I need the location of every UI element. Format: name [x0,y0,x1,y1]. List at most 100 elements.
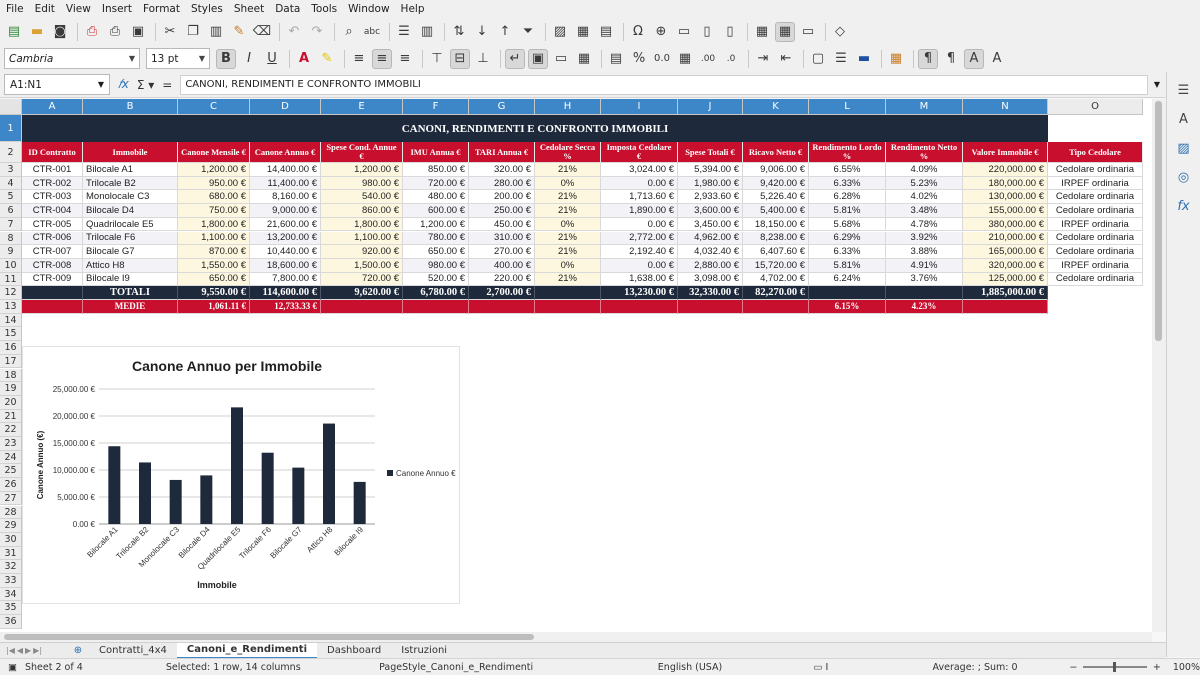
table-cell[interactable]: CTR-006 [22,231,83,246]
row-header[interactable]: 22 [0,423,22,437]
currency-format-icon[interactable]: ▤ [606,49,626,69]
averages-cell[interactable] [601,300,678,314]
table-cell[interactable]: 5.81% [809,204,886,218]
table-cell[interactable]: Bilocale D4 [83,204,178,218]
row-header[interactable]: 21 [0,409,22,424]
prev-sheet-icon[interactable]: ◀ [17,646,23,655]
table-cell[interactable]: 1,100.00 € [178,231,250,246]
totals-cell[interactable]: 13,230.00 € [601,286,678,300]
italic-icon[interactable]: I [239,49,259,69]
table-cell[interactable]: 6,407.60 € [743,245,809,259]
totals-cell[interactable]: 82,270.00 € [743,286,809,300]
table-cell[interactable]: 21% [535,204,601,218]
row-header[interactable]: 35 [0,601,22,616]
table-cell[interactable]: Cedolare ordinaria [1048,245,1143,259]
totals-cell[interactable]: 2,700.00 € [469,286,535,300]
comment-icon[interactable]: ▭ [674,22,694,42]
merge-center-icon[interactable]: ▣ [528,48,548,69]
table-cell[interactable]: 1,500.00 € [321,258,403,273]
add-decimal-icon[interactable]: .00 [698,49,718,69]
menu-file[interactable]: File [6,3,24,15]
table-cell[interactable]: 720.00 € [403,176,469,191]
align-middle-icon[interactable]: ⊟ [450,48,470,69]
table-cell[interactable]: 5.23% [886,176,963,191]
table-cell[interactable]: 1,200.00 € [321,163,403,177]
column-header-k[interactable]: K [743,99,809,115]
sidebar-properties-icon[interactable]: ☰ [1174,80,1194,100]
tab-istruzioni[interactable]: Istruzioni [391,643,457,659]
table-cell[interactable]: Monolocale C3 [83,190,178,205]
name-box[interactable]: A1:N1 ▼ [4,74,110,95]
function-wizard-icon[interactable]: 𝑓x [118,77,129,92]
table-cell[interactable]: 220,000.00 € [963,163,1048,177]
pivot-table-icon[interactable]: ▤ [596,22,616,42]
column-title-cell[interactable]: Spese Totali € [678,142,743,163]
define-print-area-icon[interactable]: ▯ [720,22,740,42]
table-cell[interactable]: CTR-008 [22,258,83,273]
sidebar-styles-icon[interactable]: A [1174,109,1194,129]
row-header[interactable]: 12 [0,286,22,300]
left-to-right-icon[interactable]: ¶ [918,48,938,69]
split-window-icon[interactable]: ▦ [775,21,795,42]
column-title-cell[interactable]: Spese Cond. Annue € [321,142,403,163]
averages-cell[interactable] [678,300,743,314]
headers-footers-icon[interactable]: ▯ [697,22,717,42]
table-cell[interactable]: CTR-009 [22,272,83,287]
totals-cell[interactable]: 9,550.00 € [178,286,250,300]
table-cell[interactable]: 6.24% [809,272,886,287]
table-cell[interactable]: 4,702.00 € [743,272,809,287]
export-pdf-icon[interactable]: ⎙ [82,22,102,42]
selection-mode-icon[interactable]: ▭ I [814,662,933,673]
table-cell[interactable]: Cedolare ordinaria [1048,190,1143,205]
table-cell[interactable]: Attico H8 [83,258,178,273]
averages-cell[interactable] [469,300,535,314]
column-header-e[interactable]: E [321,99,403,115]
column-header-n[interactable]: N [963,99,1048,115]
menu-data[interactable]: Data [275,3,300,15]
row-header[interactable]: 15 [0,327,22,342]
table-cell[interactable]: 250.00 € [469,204,535,218]
special-character-icon[interactable]: Ω [628,22,648,42]
table-cell[interactable]: 4,962.00 € [678,231,743,246]
table-cell[interactable]: 15,720.00 € [743,258,809,273]
zoom-level[interactable]: 100% [1173,662,1200,673]
last-sheet-icon[interactable]: ▶| [33,646,42,655]
align-top-icon[interactable]: ⊤ [427,49,447,69]
paste-icon[interactable]: ▥ [206,22,226,42]
menu-sheet[interactable]: Sheet [234,3,264,15]
row-header[interactable]: 23 [0,437,22,451]
vertical-scrollbar[interactable] [1152,99,1166,632]
table-cell[interactable]: 165,000.00 € [963,245,1048,259]
align-left-icon[interactable]: ≡ [349,49,369,69]
table-cell[interactable]: 5,226.40 € [743,190,809,205]
averages-cell[interactable] [22,300,83,314]
row-header[interactable]: 25 [0,464,22,479]
status-language[interactable]: English (USA) [658,662,814,673]
table-cell[interactable]: CTR-001 [22,163,83,177]
table-cell[interactable]: 720.00 € [321,272,403,287]
column-header-j[interactable]: J [678,99,743,115]
table-cell[interactable]: 520.00 € [403,272,469,287]
table-cell[interactable]: 540.00 € [321,190,403,205]
column-title-cell[interactable]: Rendimento Netto % [886,142,963,163]
totals-cell[interactable]: 32,330.00 € [678,286,743,300]
averages-cell[interactable] [321,300,403,314]
column-header-c[interactable]: C [178,99,250,115]
table-cell[interactable]: 0.00 € [601,217,678,232]
table-cell[interactable]: 1,638.00 € [601,272,678,287]
table-cell[interactable]: CTR-005 [22,217,83,232]
column-header-l[interactable]: L [809,99,886,115]
table-cell[interactable]: CTR-007 [22,245,83,259]
column-title-cell[interactable]: Immobile [83,142,178,163]
insert-image-icon[interactable]: ▨ [550,22,570,42]
row-header[interactable]: 17 [0,354,22,369]
insert-chart-icon[interactable]: ▦ [573,22,593,42]
column-title-cell[interactable]: TARI Annua € [469,142,535,163]
column-title-cell[interactable]: Cedolare Secca % [535,142,601,163]
text-orientation-icon[interactable]: A [964,48,984,69]
column-title-cell[interactable]: Imposta Cedolare € [601,142,678,163]
sidebar-functions-icon[interactable]: fx [1174,196,1194,216]
table-cell[interactable]: 210,000.00 € [963,231,1048,246]
table-cell[interactable]: 780.00 € [403,231,469,246]
clear-formatting-icon[interactable]: ⌫ [252,22,272,42]
